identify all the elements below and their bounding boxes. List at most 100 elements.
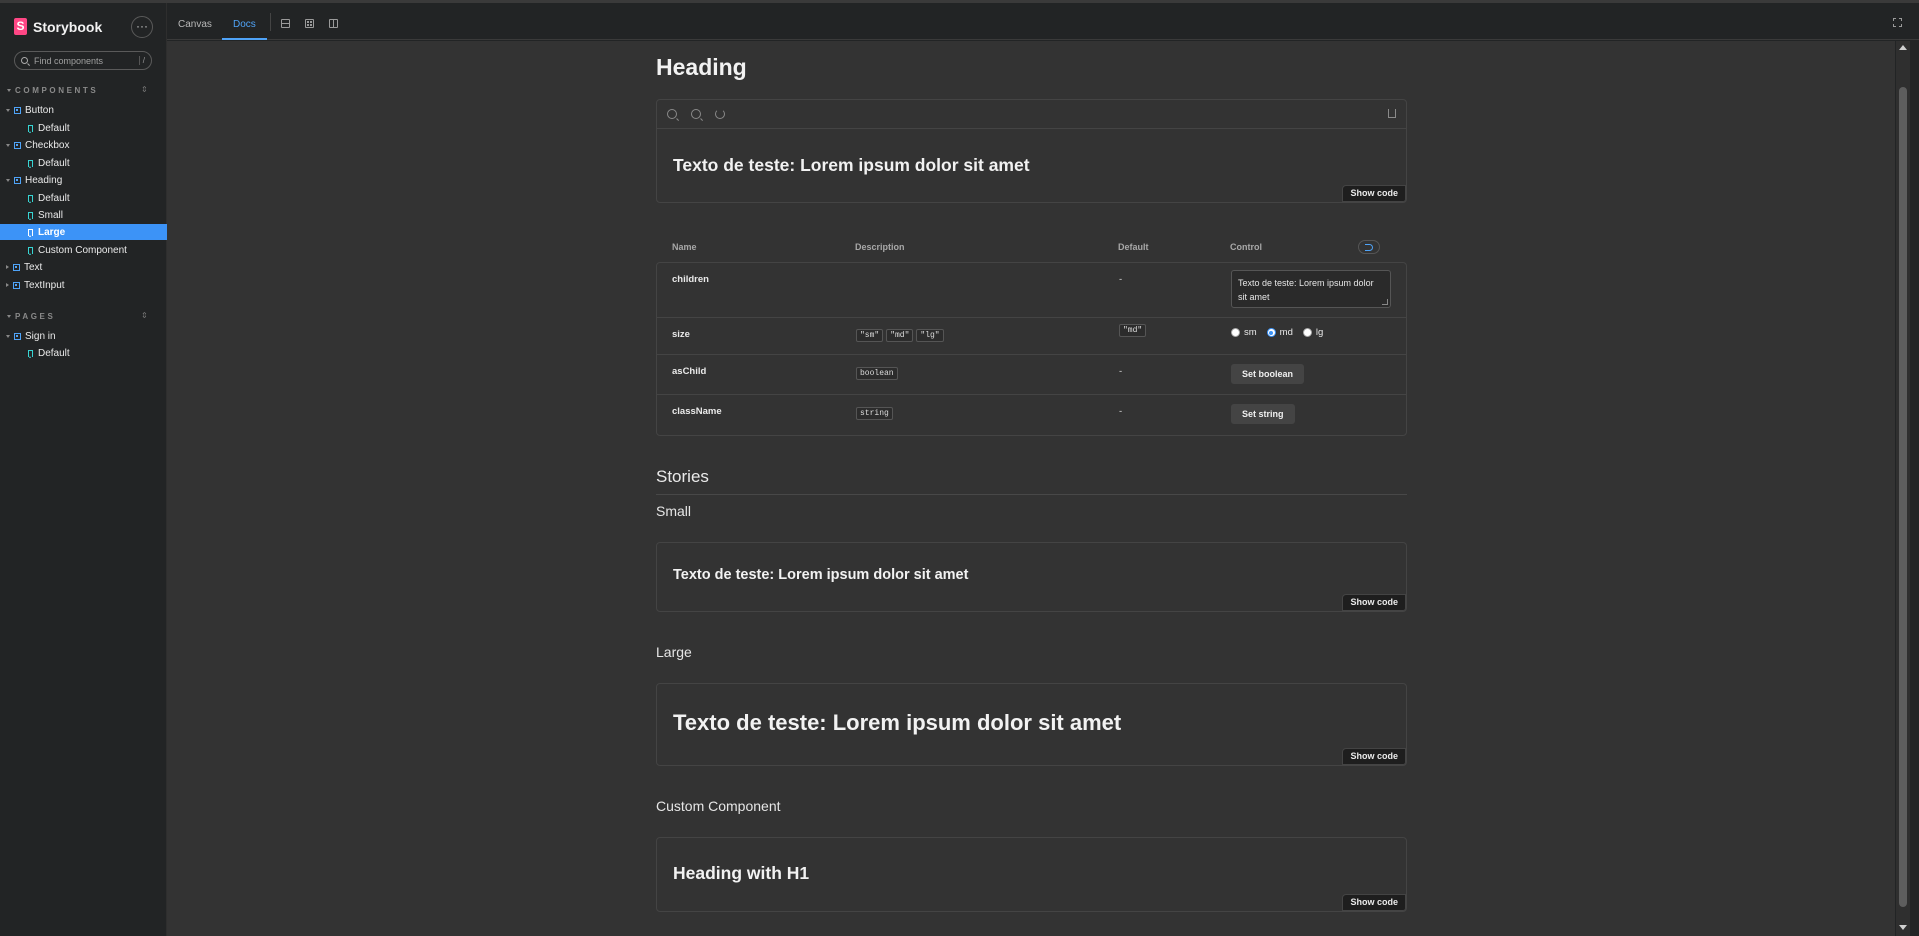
sidebar-item-heading-large[interactable]: Large [0, 224, 167, 240]
scroll-up-arrow-icon[interactable] [1899, 45, 1907, 50]
story-title-custom-component: Custom Component [656, 798, 781, 814]
table-row: className string - Set string [657, 395, 1406, 435]
brand[interactable]: S Storybook [14, 18, 102, 35]
zoom-out-icon[interactable] [691, 109, 701, 119]
sidebar-item-heading-small[interactable]: Small [0, 207, 167, 223]
sidebar-item-checkbox-default[interactable]: Default [0, 155, 167, 171]
docs-panel: Heading Texto de teste: Lorem ipsum dolo… [167, 41, 1895, 936]
sidebar-item-textinput[interactable]: TextInput [0, 277, 167, 293]
tab-docs[interactable]: Docs [222, 3, 267, 40]
components-section-header[interactable]: COMPONENTS [7, 86, 98, 95]
radio-button[interactable] [1302, 328, 1312, 337]
arg-default: - [1119, 366, 1123, 377]
component-icon [13, 281, 20, 289]
sidebar-item-heading-default[interactable]: Default [0, 190, 167, 206]
show-code-button[interactable]: Show code [1342, 185, 1406, 202]
preview-toolbar [657, 100, 1406, 129]
pages-section-label: PAGES [15, 312, 56, 321]
reset-controls-button[interactable] [1358, 240, 1380, 254]
set-string-button[interactable]: Set string [1231, 404, 1295, 424]
component-icon [13, 263, 20, 271]
toolbar-divider [270, 13, 271, 31]
primary-story-preview: Texto de teste: Lorem ipsum dolor sit am… [656, 99, 1407, 203]
code-chip: "lg" [916, 329, 944, 342]
search-box[interactable]: / [14, 51, 152, 70]
components-section-label: COMPONENTS [15, 86, 99, 95]
code-chip: string [856, 407, 893, 420]
story-heading-preview: Heading with H1 [673, 863, 810, 883]
table-row: asChild boolean - Set boolean [657, 355, 1406, 395]
chevron-right-icon [6, 265, 9, 269]
sidebar-item-sign-in-default[interactable]: Default [0, 345, 167, 361]
sidebar-item-button[interactable]: Button [0, 102, 167, 118]
story-title-small: Small [656, 503, 692, 519]
bookmark-icon [28, 159, 33, 168]
search-icon [21, 57, 28, 64]
chevron-down-icon [6, 178, 10, 182]
show-code-button[interactable]: Show code [1342, 594, 1406, 611]
arg-name: children [672, 274, 709, 285]
story-heading-preview: Texto de teste: Lorem ipsum dolor sit am… [673, 567, 969, 583]
collapse-all-icon[interactable]: ⇕ [141, 311, 148, 320]
fullscreen-icon[interactable] [1893, 18, 1902, 27]
radio-md[interactable]: md [1266, 327, 1293, 338]
sidebar-item-heading[interactable]: Heading [0, 172, 167, 188]
sidebar-item-label: Custom Component [38, 244, 127, 256]
sidebar-item-label: Large [38, 226, 66, 238]
search-input[interactable] [34, 55, 130, 66]
sidebar-item-checkbox[interactable]: Checkbox [0, 137, 167, 153]
reset-zoom-icon[interactable] [715, 109, 725, 119]
arg-default: - [1119, 406, 1123, 417]
sidebar-menu-button[interactable]: ··· [131, 16, 153, 38]
layout-icon[interactable] [281, 19, 290, 28]
toolbar: Canvas Docs [167, 3, 1919, 40]
show-code-button[interactable]: Show code [1342, 748, 1406, 765]
arg-name: asChild [672, 366, 707, 377]
set-boolean-button[interactable]: Set boolean [1231, 364, 1305, 384]
story-heading-preview: Texto de teste: Lorem ipsum dolor sit am… [673, 155, 1030, 175]
children-textarea[interactable]: Texto de teste: Lorem ipsum dolor sit am… [1231, 270, 1391, 308]
arg-description: string [856, 402, 896, 420]
pages-section-header[interactable]: PAGES [7, 312, 55, 321]
component-icon [14, 332, 21, 340]
code-chip: boolean [856, 367, 898, 380]
radio-lg[interactable]: lg [1302, 327, 1324, 338]
radio-button-checked[interactable] [1266, 328, 1276, 337]
column-header-name: Name [672, 242, 697, 252]
scroll-down-arrow-icon[interactable] [1899, 925, 1907, 930]
sidebar-item-heading-custom-component[interactable]: Custom Component [0, 242, 167, 258]
chevron-down-icon [7, 89, 11, 92]
radio-button[interactable] [1231, 328, 1240, 337]
brand-name: Storybook [33, 18, 103, 35]
scrollbar-thumb[interactable] [1899, 87, 1907, 907]
sidebar-item-label: Text [24, 261, 43, 273]
sidebar-item-text[interactable]: Text [0, 259, 167, 275]
sidebar-item-button-default[interactable]: Default [0, 120, 167, 136]
storybook-logo-icon: S [14, 18, 27, 35]
radio-label: lg [1315, 327, 1324, 338]
radio-sm[interactable]: sm [1231, 327, 1257, 338]
code-chip: "md" [1119, 324, 1147, 337]
collapse-all-icon[interactable]: ⇕ [141, 85, 148, 94]
zoom-in-icon[interactable] [667, 109, 677, 119]
sidebar-item-label: Checkbox [25, 139, 70, 151]
share-icon[interactable] [1388, 109, 1396, 118]
measure-icon[interactable] [329, 19, 338, 28]
arg-description: boolean [856, 362, 901, 380]
vertical-scrollbar[interactable] [1896, 41, 1910, 936]
table-row: size "sm" "md" "lg" "md" sm md lg [657, 318, 1406, 355]
sidebar-item-label: Default [38, 122, 70, 134]
story-title-large: Large [656, 644, 692, 660]
show-code-button[interactable]: Show code [1342, 894, 1406, 911]
chevron-down-icon [7, 315, 11, 318]
grid-icon[interactable] [305, 19, 314, 28]
args-table-header: Name Description Default Control [656, 240, 1407, 256]
column-header-default: Default [1118, 242, 1149, 252]
sidebar-item-sign-in[interactable]: Sign in [0, 328, 167, 344]
bookmark-icon [28, 211, 33, 220]
code-chip: "md" [886, 329, 914, 342]
column-header-control: Control [1230, 242, 1262, 252]
tab-canvas[interactable]: Canvas [178, 3, 212, 40]
bookmark-icon [28, 228, 33, 237]
bookmark-icon [28, 124, 33, 133]
